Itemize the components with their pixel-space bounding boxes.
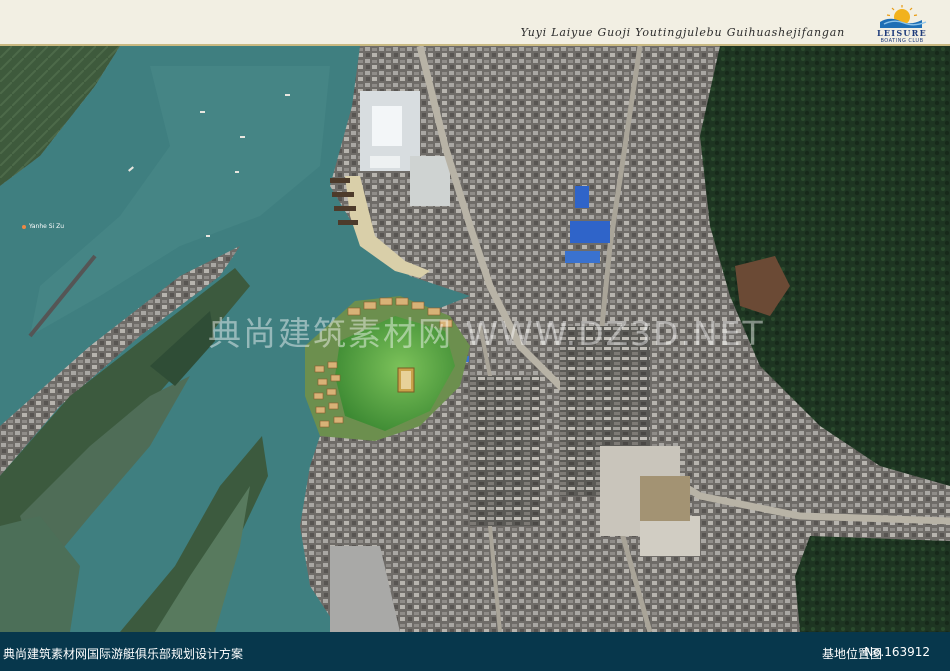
- place-label-text: Yanhe Si Zu: [29, 223, 65, 230]
- satellite-site-map: Yanhe Si Zu 典尚建筑素材网 WWW.DZ3D.NET: [0, 46, 950, 632]
- sun-wave-icon: [880, 5, 927, 28]
- image-number: No.163912: [864, 645, 930, 659]
- location-pin-icon: [22, 224, 26, 229]
- header-banner: Yuyi Laiyue Guoji Youtingjulebu Guihuash…: [0, 0, 950, 46]
- place-label: Yanhe Si Zu: [22, 223, 64, 230]
- project-title: 典尚建筑素材网国际游艇俱乐部规划设计方案: [3, 647, 244, 661]
- pinyin-project-title: Yuyi Laiyue Guoji Youtingjulebu Guihuash…: [520, 26, 845, 39]
- logo-name: LEISURE: [876, 28, 928, 38]
- leisure-boating-club-logo: LEISURE BOATING CLUB: [872, 4, 932, 46]
- footer-bar: 典尚建筑素材网国际游艇俱乐部规划设计方案 基地位置图 No.163912: [0, 632, 950, 671]
- watermark: 典尚建筑素材网 WWW.DZ3D.NET: [208, 314, 765, 353]
